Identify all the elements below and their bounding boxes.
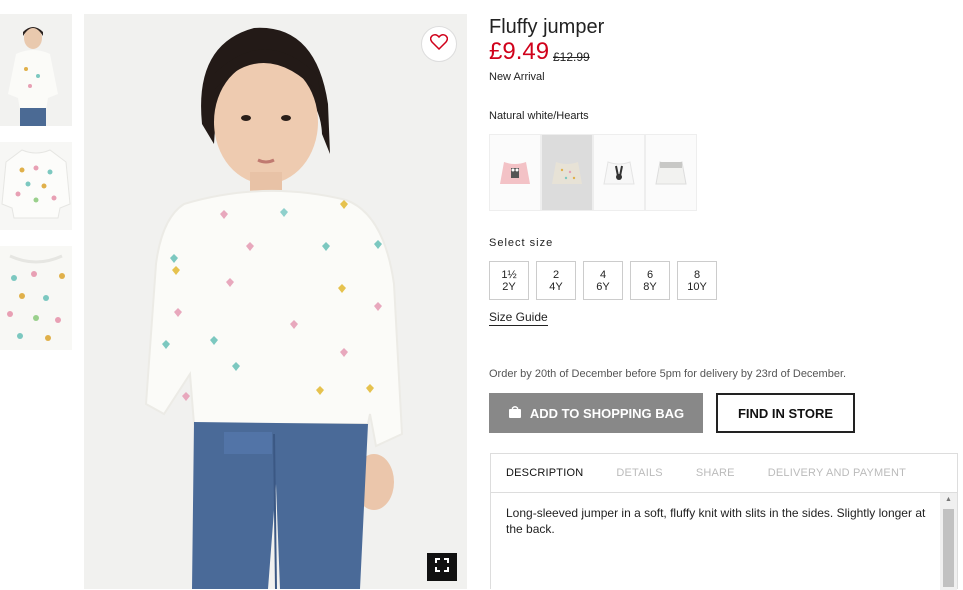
thumbnail-detail[interactable] [0, 246, 72, 350]
product-info-tabs: DESCRIPTION DETAILS SHARE DELIVERY AND P… [490, 453, 958, 590]
swatch-natural-white-hearts[interactable] [541, 134, 593, 211]
heart-outline-icon [429, 33, 449, 55]
scrollbar[interactable]: ▲ [940, 493, 957, 590]
thumbnail-list [0, 14, 72, 366]
add-to-bag-label: ADD TO SHOPPING BAG [529, 405, 685, 421]
size-option[interactable]: 1½ 2Y [489, 261, 529, 300]
product-title: Fluffy jumper [489, 16, 605, 38]
tab-content: Long-sleeved jumper in a soft, fluffy kn… [491, 493, 957, 590]
tab-details[interactable]: DETAILS [616, 467, 662, 479]
size-guide-link[interactable]: Size Guide [489, 310, 548, 326]
select-size-label: Select size [489, 237, 554, 249]
swatch-white-bunny[interactable] [593, 134, 645, 211]
swatch-pink-bulldog[interactable] [489, 134, 541, 211]
size-option[interactable]: 8 10Y [677, 261, 717, 300]
tab-bar: DESCRIPTION DETAILS SHARE DELIVERY AND P… [491, 454, 957, 493]
find-in-store-button[interactable]: FIND IN STORE [716, 393, 855, 433]
color-swatches [489, 134, 697, 211]
swatch-white-grey-fluffy[interactable] [645, 134, 697, 211]
size-option[interactable]: 2 4Y [536, 261, 576, 300]
thumbnail-flat-front[interactable] [0, 142, 72, 230]
fullscreen-icon [435, 557, 449, 577]
original-price: £12.99 [553, 50, 590, 64]
zoom-button[interactable] [427, 553, 457, 581]
new-arrival-badge: New Arrival [489, 71, 545, 83]
shopping-bag-icon [508, 405, 522, 421]
scroll-up-arrow-icon[interactable]: ▲ [940, 493, 957, 507]
thumbnail-model-front[interactable] [0, 14, 72, 126]
selected-color-name: Natural white/Hearts [489, 110, 589, 122]
size-options: 1½ 2Y 2 4Y 4 6Y 6 8Y 8 10Y [489, 261, 717, 300]
add-to-bag-button[interactable]: ADD TO SHOPPING BAG [489, 393, 703, 433]
main-product-image[interactable] [84, 14, 467, 589]
sale-price: £9.49 [489, 38, 550, 65]
tab-share[interactable]: SHARE [696, 467, 735, 479]
tab-delivery-payment[interactable]: DELIVERY AND PAYMENT [768, 467, 906, 479]
size-option[interactable]: 6 8Y [630, 261, 670, 300]
tab-description[interactable]: DESCRIPTION [506, 467, 583, 479]
size-option[interactable]: 4 6Y [583, 261, 623, 300]
delivery-note: Order by 20th of December before 5pm for… [489, 368, 847, 380]
favorite-button[interactable] [421, 26, 457, 62]
product-description: Long-sleeved jumper in a soft, fluffy kn… [506, 506, 926, 536]
scroll-thumb[interactable] [943, 509, 954, 587]
